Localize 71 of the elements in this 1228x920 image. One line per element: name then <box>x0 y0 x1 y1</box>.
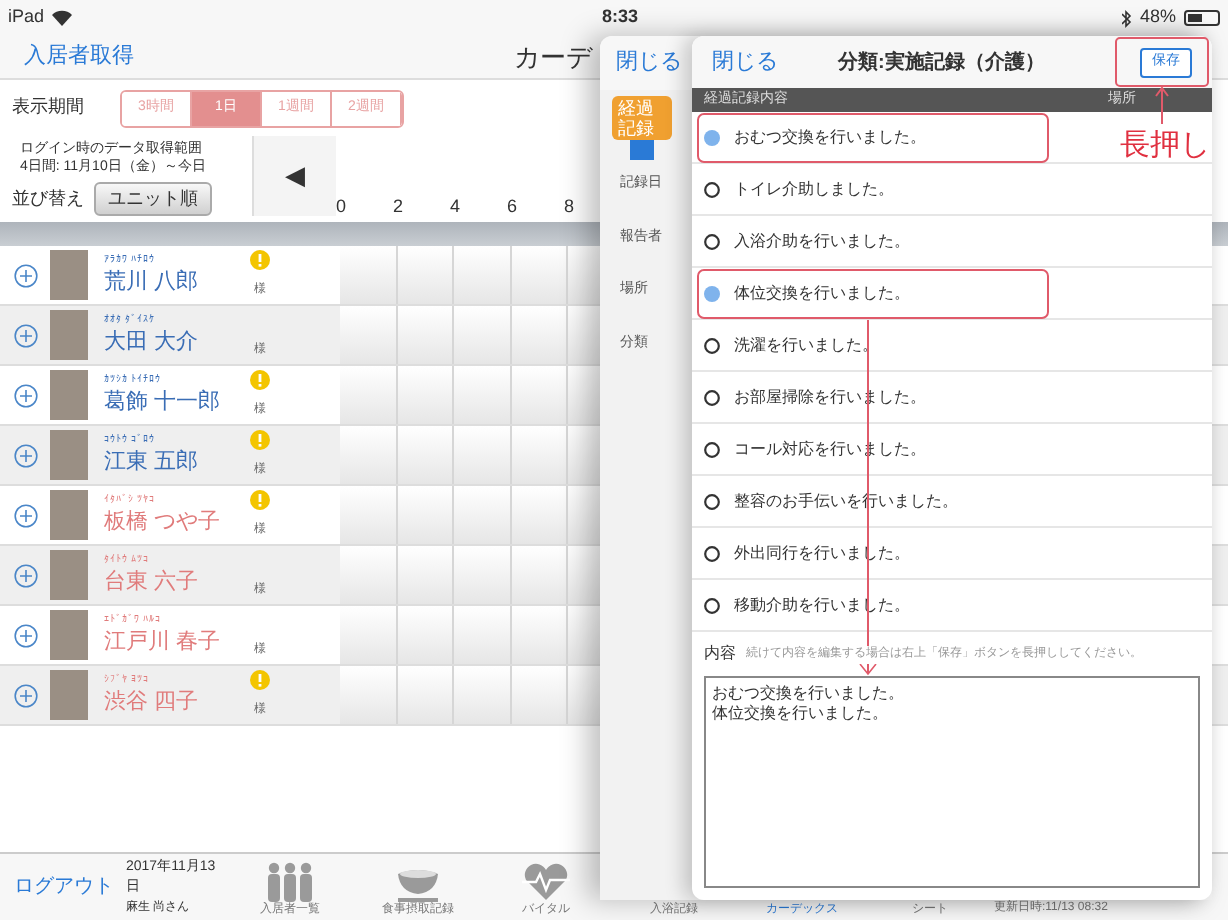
add-icon[interactable] <box>14 623 38 647</box>
sort-button[interactable]: ユニット順 <box>94 182 212 216</box>
close-link[interactable]: 閉じる <box>712 45 778 79</box>
content-line: 体位交換を行いました。 <box>712 704 888 724</box>
highlight-frame <box>1115 37 1209 87</box>
radio-icon[interactable] <box>704 597 720 613</box>
clock: 8:33 <box>602 4 639 31</box>
device-name: iPad <box>8 4 45 31</box>
option-label[interactable]: 洗濯を行いました。 <box>734 333 878 357</box>
annotation-arrow <box>1155 86 1169 125</box>
photo-placeholder <box>50 490 88 540</box>
add-icon[interactable] <box>14 263 38 287</box>
photo-placeholder <box>50 610 88 660</box>
radio-icon[interactable] <box>704 441 720 457</box>
people-icon <box>266 861 314 901</box>
battery-percent: 48% <box>1139 4 1176 31</box>
category-badge: 経過記録 <box>612 96 672 140</box>
wifi-icon <box>52 10 73 26</box>
resident-name: 荒川 八郎 <box>104 272 201 294</box>
content-field[interactable]: おむつ交換を行いました。 体位交換を行いました。 <box>704 676 1200 888</box>
photo-placeholder <box>50 550 88 600</box>
add-icon[interactable] <box>14 563 38 587</box>
resident-name: 板橋 つや子 <box>104 512 223 534</box>
period-label: 表示期間 <box>12 94 86 121</box>
radio-icon[interactable] <box>704 337 720 353</box>
photo-placeholder <box>50 310 88 360</box>
radio-checked-icon[interactable] <box>704 285 720 301</box>
logout-link[interactable]: ログアウト <box>14 872 114 902</box>
time-axis-label: 0 <box>336 193 349 219</box>
radio-checked-icon[interactable] <box>704 129 720 145</box>
radio-icon[interactable] <box>704 389 720 405</box>
back-link[interactable]: 入居者取得 <box>24 40 134 74</box>
resident-name: 大田 大介 <box>104 332 201 354</box>
photo-placeholder <box>50 670 88 720</box>
radio-icon[interactable] <box>704 233 720 249</box>
sort-label: 並び替え <box>12 185 84 212</box>
add-icon[interactable] <box>14 383 38 407</box>
content-line: おむつ交換を行いました。 <box>712 684 904 704</box>
add-icon[interactable] <box>14 503 38 527</box>
add-icon[interactable] <box>14 323 38 347</box>
battery-icon <box>1184 10 1220 26</box>
option-label[interactable]: 入浴介助を行いました。 <box>734 229 910 253</box>
option-label[interactable]: 体位交換を行いました。 <box>734 281 910 305</box>
radio-icon[interactable] <box>704 181 720 197</box>
annotation-label: 長押し <box>1120 128 1210 164</box>
bluetooth-icon <box>1121 9 1132 27</box>
option-label[interactable]: トイレ介助しました。 <box>734 177 894 201</box>
time-axis-label: 8 <box>564 193 577 219</box>
close-link[interactable]: 閉じる <box>616 46 682 80</box>
time-axis-label: 6 <box>507 193 520 219</box>
heart-icon <box>520 861 572 901</box>
tab-marker <box>630 140 654 160</box>
time-axis-label: 2 <box>393 193 406 219</box>
time-axis-label: 4 <box>450 193 463 219</box>
page-title: カーデ <box>514 39 592 76</box>
previous-button[interactable]: ◀ <box>252 136 336 216</box>
radio-icon[interactable] <box>704 545 720 561</box>
photo-placeholder <box>50 430 88 480</box>
add-icon[interactable] <box>14 683 38 707</box>
resident-name: 江戸川 春子 <box>104 632 223 654</box>
resident-name: 江東 五郎 <box>104 452 201 474</box>
photo-placeholder <box>50 370 88 420</box>
photo-placeholder <box>50 250 88 300</box>
content-label: 内容 <box>704 642 736 666</box>
resident-name: 台東 六子 <box>104 572 201 594</box>
resident-name: 渋谷 四子 <box>104 692 201 714</box>
resident-name: 葛飾 十一郎 <box>104 392 223 414</box>
dialog-title: 分類:実施記録（介護） <box>838 48 1045 77</box>
option-label[interactable]: おむつ交換を行いました。 <box>734 125 926 149</box>
add-icon[interactable] <box>14 443 38 467</box>
radio-icon[interactable] <box>704 493 720 509</box>
